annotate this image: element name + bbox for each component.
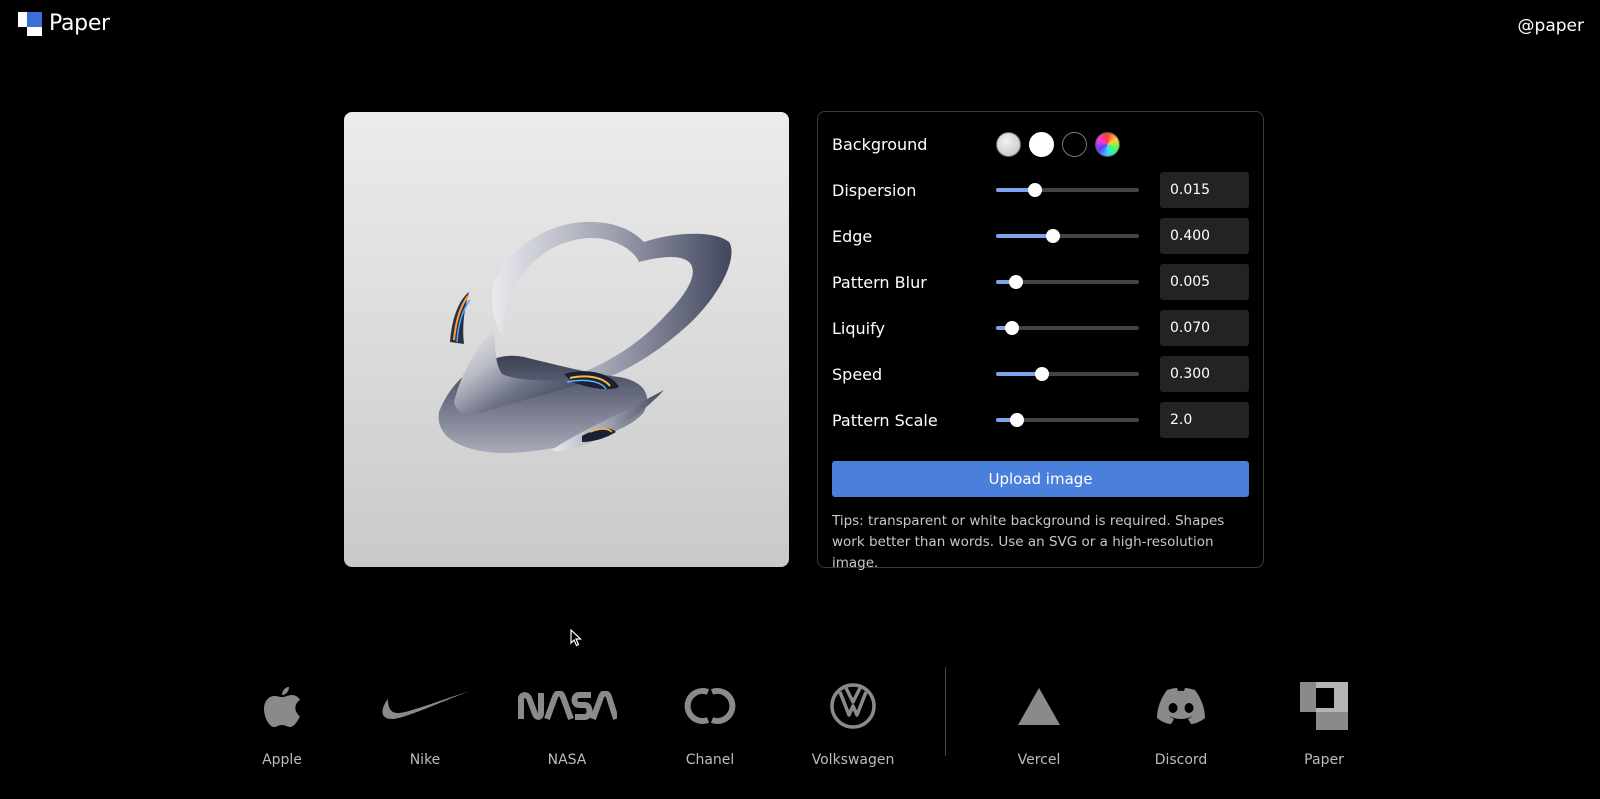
- slider-thumb[interactable]: [1009, 275, 1024, 289]
- edge-slider[interactable]: [996, 227, 1139, 245]
- brand-divider: [945, 667, 946, 756]
- liquify-value-input[interactable]: [1160, 310, 1249, 346]
- chanel-icon: [684, 688, 736, 724]
- swatch-black[interactable]: [1062, 131, 1087, 157]
- logo-text: Paper: [49, 11, 110, 36]
- brand-name: Nike: [409, 752, 441, 768]
- slider-row-speed: Speed: [832, 356, 1249, 392]
- apple-icon: [264, 687, 300, 727]
- brand-chanel[interactable]: Chanel: [660, 660, 760, 768]
- brand-name: Volkswagen: [811, 752, 895, 768]
- pattern-scale-value-input[interactable]: [1160, 402, 1249, 438]
- brand-presets: Apple Nike NASA Chanel Volkswagen Vercel…: [0, 660, 1600, 799]
- slider-thumb[interactable]: [1034, 367, 1049, 381]
- brand-name: Vercel: [1017, 752, 1061, 768]
- slider-row-pattern-scale: Pattern Scale: [832, 402, 1249, 438]
- pattern-blur-slider[interactable]: [996, 273, 1139, 291]
- liquid-metal-logo-image: [438, 221, 732, 453]
- speed-value-input[interactable]: [1160, 356, 1249, 392]
- slider-row-pattern-blur: Pattern Blur: [832, 264, 1249, 300]
- vercel-icon: [1018, 688, 1060, 725]
- twitter-handle-link[interactable]: @paper: [1518, 16, 1584, 36]
- nike-icon: [382, 691, 470, 719]
- slider-label: Speed: [832, 364, 883, 384]
- swatch-metal[interactable]: [996, 131, 1021, 157]
- liquify-slider[interactable]: [996, 319, 1139, 337]
- brand-nike[interactable]: Nike: [375, 660, 475, 768]
- slider-row-liquify: Liquify: [832, 310, 1249, 346]
- slider-label: Liquify: [832, 318, 885, 338]
- speed-slider[interactable]: [996, 365, 1139, 383]
- brand-name: Discord: [1154, 752, 1208, 768]
- controls-panel: Background Dispersion Edge Pattern Blur …: [817, 111, 1264, 571]
- slider-label: Dispersion: [832, 180, 917, 200]
- background-row: Background: [832, 126, 1249, 162]
- brand-name: Chanel: [685, 752, 735, 768]
- pattern-scale-slider[interactable]: [996, 411, 1139, 429]
- brand-vercel[interactable]: Vercel: [989, 660, 1089, 768]
- background-label: Background: [832, 134, 928, 154]
- discord-icon: [1157, 688, 1205, 724]
- slider-thumb[interactable]: [1027, 183, 1042, 197]
- slider-label: Edge: [832, 226, 873, 246]
- slider-thumb[interactable]: [1046, 229, 1061, 243]
- upload-image-button[interactable]: Upload image: [832, 461, 1249, 497]
- paper-logo-icon: [18, 11, 42, 36]
- mouse-cursor-icon: [570, 629, 582, 647]
- paper-icon: [1300, 682, 1348, 730]
- swatch-rainbow[interactable]: [1095, 131, 1120, 157]
- brand-volkswagen[interactable]: Volkswagen: [803, 660, 903, 768]
- brand-apple[interactable]: Apple: [232, 660, 332, 768]
- slider-row-dispersion: Dispersion: [832, 172, 1249, 208]
- brand-name: Apple: [262, 752, 302, 768]
- slider-row-edge: Edge: [832, 218, 1249, 254]
- brand-discord[interactable]: Discord: [1131, 660, 1231, 768]
- background-swatches: [996, 131, 1120, 157]
- brand-paper[interactable]: Paper: [1274, 660, 1374, 768]
- slider-label: Pattern Blur: [832, 272, 927, 292]
- preview-canvas: [344, 112, 789, 567]
- logo[interactable]: Paper: [18, 11, 110, 36]
- pattern-blur-value-input[interactable]: [1160, 264, 1249, 300]
- slider-thumb[interactable]: [1010, 413, 1025, 427]
- swatch-white[interactable]: [1029, 131, 1054, 157]
- slider-thumb[interactable]: [1004, 321, 1019, 335]
- volkswagen-icon: [830, 683, 876, 729]
- edge-value-input[interactable]: [1160, 218, 1249, 254]
- brand-nasa[interactable]: NASA: [517, 660, 617, 768]
- nasa-icon: [518, 691, 617, 721]
- tips-text: Tips: transparent or white background is…: [832, 513, 1225, 571]
- brand-name: Paper: [1304, 752, 1344, 768]
- brand-name: NASA: [547, 752, 587, 768]
- slider-label: Pattern Scale: [832, 410, 938, 430]
- dispersion-value-input[interactable]: [1160, 172, 1249, 208]
- dispersion-slider[interactable]: [996, 181, 1139, 199]
